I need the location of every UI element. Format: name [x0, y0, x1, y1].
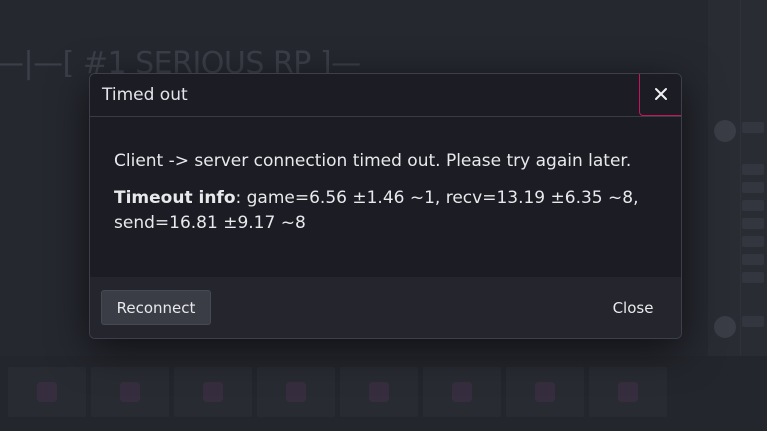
close-dialog-button[interactable] [639, 74, 681, 116]
dialog-header: Timed out [90, 74, 681, 117]
close-button[interactable]: Close [596, 290, 670, 325]
background-hotbar-slot [589, 367, 667, 417]
background-chat-line [742, 182, 764, 193]
close-icon [654, 88, 667, 100]
background-avatar [714, 316, 736, 338]
background-hotbar-slot [257, 367, 335, 417]
background-chat-line [742, 254, 764, 265]
reconnect-button[interactable]: Reconnect [101, 290, 211, 325]
background-chat-line [742, 272, 764, 283]
background-chat-line [742, 200, 764, 211]
dialog-body: Client -> server connection timed out. P… [90, 117, 681, 277]
timeout-dialog: Timed out Client -> server connection ti… [89, 73, 682, 339]
background-chat-line [742, 236, 764, 247]
background-avatar [714, 120, 736, 142]
background-hotbar-slot [8, 367, 86, 417]
background-chat-line [742, 122, 764, 133]
background-chat-line [742, 164, 764, 175]
timeout-info: Timeout info: game=6.56 ±1.46 ~1, recv=1… [114, 186, 664, 236]
timeout-info-label: Timeout info [114, 188, 236, 208]
background-hotbar-slot [506, 367, 584, 417]
background-chat-line [742, 316, 764, 327]
background-chat-line [742, 218, 764, 229]
dialog-title: Timed out [102, 85, 188, 105]
background-hotbar-slot [91, 367, 169, 417]
background-hotbar-slot [423, 367, 501, 417]
dialog-footer: Reconnect Close [90, 277, 681, 338]
background-hotbar-slot [340, 367, 418, 417]
dialog-message: Client -> server connection timed out. P… [114, 151, 632, 171]
background-hotbar-slot [174, 367, 252, 417]
